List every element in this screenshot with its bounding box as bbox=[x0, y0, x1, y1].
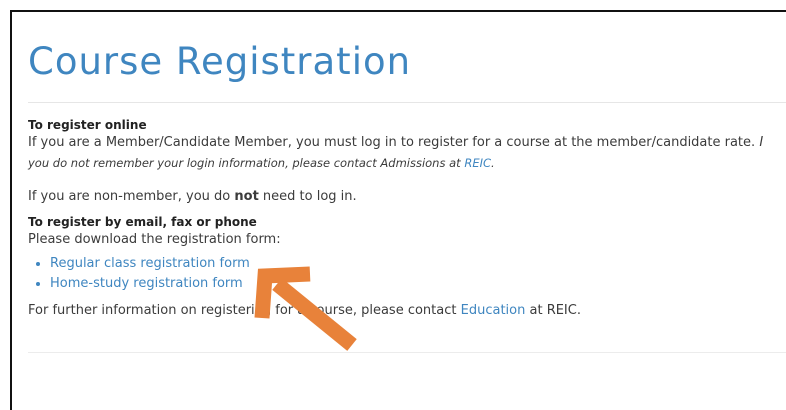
online-heading: To register online bbox=[28, 118, 147, 132]
online-line1-trail: I bbox=[759, 135, 764, 150]
reic-admissions-link[interactable]: REIC bbox=[464, 156, 491, 170]
main-content: To register online If you are a Member/C… bbox=[28, 118, 786, 321]
list-item: Home-study registration form bbox=[50, 274, 786, 294]
nonmember-bold: not bbox=[234, 189, 259, 204]
offline-intro: Please download the registration form: bbox=[28, 232, 281, 247]
bottom-divider bbox=[28, 352, 786, 353]
list-item: Regular class registration form bbox=[50, 254, 786, 274]
offline-heading: To register by email, fax or phone bbox=[28, 215, 257, 229]
online-paragraph-line1: If you are a Member/Candidate Member, yo… bbox=[28, 132, 786, 153]
online-line2-suffix: . bbox=[491, 156, 495, 170]
further-info-paragraph: For further information on registering f… bbox=[28, 300, 786, 321]
nonmember-suffix: need to log in. bbox=[258, 189, 357, 204]
nonmember-prefix: If you are non-member, you do bbox=[28, 189, 235, 204]
online-line1-text: If you are a Member/Candidate Member, yo… bbox=[28, 135, 756, 150]
online-line2-prefix: you do not remember your login informati… bbox=[28, 156, 465, 170]
title-divider bbox=[28, 102, 786, 103]
nonmember-paragraph: If you are non-member, you do not need t… bbox=[28, 186, 786, 207]
online-paragraph-line2: you do not remember your login informati… bbox=[28, 153, 786, 173]
education-link[interactable]: Education bbox=[461, 303, 526, 318]
registration-forms-list: Regular class registration form Home-stu… bbox=[28, 254, 786, 294]
home-study-form-link[interactable]: Home-study registration form bbox=[50, 276, 243, 291]
further-suffix: at REIC. bbox=[525, 303, 581, 318]
regular-class-form-link[interactable]: Regular class registration form bbox=[50, 256, 250, 271]
page-title: Course Registration bbox=[28, 40, 412, 83]
further-prefix: For further information on registering f… bbox=[28, 303, 461, 318]
